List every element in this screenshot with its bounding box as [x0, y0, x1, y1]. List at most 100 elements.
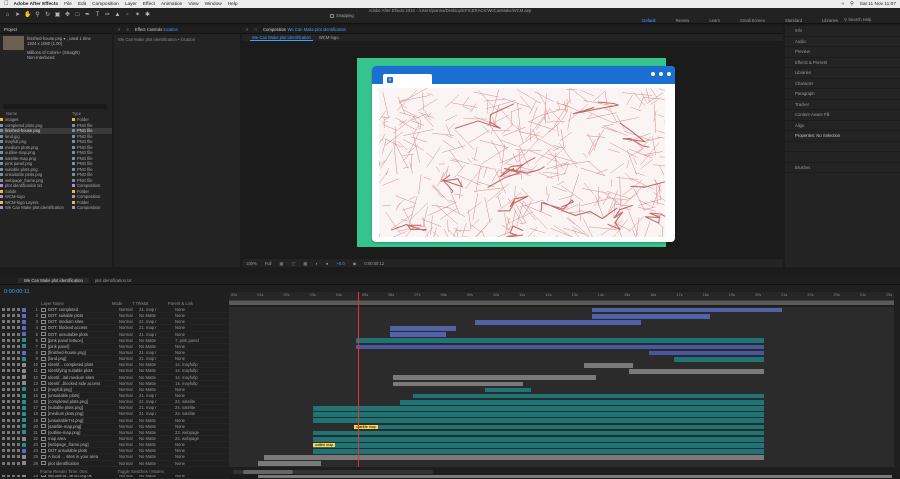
layer-mode-dropdown[interactable]: Normal: [119, 399, 139, 404]
layer-duration-bar[interactable]: [359, 424, 764, 430]
solo-icon[interactable]: [12, 461, 15, 465]
layer-parent-dropdown[interactable]: 23. webpage: [175, 436, 205, 441]
lock-icon[interactable]: [17, 437, 20, 441]
layer-mode-dropdown[interactable]: Normal: [119, 411, 139, 416]
lock-icon[interactable]: [17, 400, 20, 404]
layer-mode-dropdown[interactable]: Normal: [119, 362, 139, 367]
solo-icon[interactable]: [12, 344, 15, 348]
label-swatch[interactable]: [72, 167, 75, 171]
layer-mode-dropdown[interactable]: Normal: [119, 319, 139, 324]
lock-icon[interactable]: [17, 443, 20, 447]
eye-icon[interactable]: [2, 320, 5, 324]
lock-icon[interactable]: [17, 381, 20, 385]
audio-icon[interactable]: [7, 461, 10, 465]
label-swatch[interactable]: [0, 200, 3, 204]
solo-icon[interactable]: [12, 437, 15, 441]
layer-label-color[interactable]: [22, 319, 26, 324]
label-swatch[interactable]: [72, 118, 75, 122]
audio-icon[interactable]: [7, 418, 10, 422]
lock-icon[interactable]: [17, 461, 20, 465]
project-item[interactable]: webpage_frame.png PNG file: [0, 178, 112, 184]
lock-icon[interactable]: [17, 326, 20, 330]
layer-duration-bar[interactable]: [584, 363, 633, 368]
zoom-slider-thumb[interactable]: [243, 470, 293, 474]
layer-name[interactable]: [satelite-map.png]: [48, 424, 119, 429]
lock-icon[interactable]: [17, 357, 20, 361]
solo-icon[interactable]: [12, 308, 15, 312]
project-item[interactable]: land.jpg PNG file: [0, 134, 112, 140]
layer-duration-bar[interactable]: [356, 344, 764, 350]
layer-mode-dropdown[interactable]: Normal: [119, 454, 139, 459]
rectangle-tool-icon[interactable]: □: [74, 12, 81, 19]
layer-trkmat-dropdown[interactable]: 21. map r: [139, 393, 175, 398]
lock-icon[interactable]: [17, 430, 20, 434]
layer-label-color[interactable]: [22, 424, 26, 429]
pan-behind-tool-icon[interactable]: ✥: [64, 12, 71, 19]
eye-icon[interactable]: [2, 375, 5, 379]
snapping-checkbox[interactable]: [330, 13, 334, 18]
project-item[interactable]: plot identification txt Composition: [0, 183, 112, 189]
subtab-plot-identification[interactable]: We Can Make plot identification: [250, 35, 313, 41]
layer-mode-dropdown[interactable]: Normal: [119, 338, 139, 343]
project-item[interactable]: finished-house.png PNG file: [0, 128, 112, 134]
menu-edit[interactable]: Edit: [78, 2, 86, 7]
layer-name[interactable]: [unsuitable plots]: [48, 393, 119, 398]
eye-icon[interactable]: [2, 344, 5, 348]
audio-icon[interactable]: [7, 326, 10, 330]
solo-icon[interactable]: [12, 381, 15, 385]
audio-icon[interactable]: [7, 400, 10, 404]
layer-label-color[interactable]: [22, 393, 26, 398]
eye-icon[interactable]: [2, 363, 5, 367]
label-swatch[interactable]: [72, 184, 75, 188]
project-item[interactable]: Solids Folder: [0, 189, 112, 195]
layer-parent-dropdown[interactable]: None: [175, 418, 205, 423]
eye-icon[interactable]: [2, 381, 5, 385]
layer-name[interactable]: DOT: completed: [48, 307, 119, 312]
layer-duration-bar[interactable]: [629, 369, 764, 374]
layer-trkmat-dropdown[interactable]: 21. map r: [139, 325, 175, 330]
tab-project[interactable]: Project: [4, 27, 17, 32]
eye-icon[interactable]: [2, 387, 5, 391]
audio-icon[interactable]: [7, 369, 10, 373]
solo-icon[interactable]: [12, 387, 15, 391]
solo-icon[interactable]: [12, 412, 15, 416]
project-item[interactable]: We Can Make plot identification Compositi…: [0, 205, 112, 211]
layer-duration-bar[interactable]: [393, 381, 523, 387]
project-item[interactable]: pink panel.png PNG file: [0, 161, 112, 167]
layer-duration-bar[interactable]: [400, 399, 764, 405]
label-swatch[interactable]: [0, 167, 3, 171]
hand-tool-icon[interactable]: ✋: [24, 12, 31, 19]
layer-parent-dropdown[interactable]: 14. mayfullp: [175, 375, 205, 380]
playhead[interactable]: [358, 292, 359, 467]
workspace-small-screen[interactable]: Small Screen: [740, 18, 765, 23]
audio-icon[interactable]: [7, 424, 10, 428]
col-name[interactable]: Name: [0, 111, 72, 116]
search-help-field[interactable]: ⚲ Search Help: [844, 17, 892, 23]
eye-icon[interactable]: [2, 332, 5, 336]
layer-duration-bar[interactable]: [313, 418, 764, 424]
project-item[interactable]: satelite-map.png PNG file: [0, 156, 112, 162]
stamp-tool-icon[interactable]: ▲: [114, 12, 121, 19]
project-item[interactable]: unsuitable plots.png PNG file: [0, 172, 112, 178]
layer-label-color[interactable]: [22, 362, 26, 367]
layer-mode-dropdown[interactable]: Normal: [119, 405, 139, 410]
layer-trkmat-dropdown[interactable]: No Matte: [139, 381, 175, 386]
eye-icon[interactable]: [2, 437, 5, 441]
layer-label-color[interactable]: [22, 454, 26, 459]
layer-mode-dropdown[interactable]: Normal: [119, 424, 139, 429]
lock-icon[interactable]: [17, 455, 20, 459]
layer-name[interactable]: DOT: medium sites: [48, 319, 119, 324]
eye-icon[interactable]: [2, 418, 5, 422]
transparency-icon[interactable]: ▩: [303, 261, 307, 266]
project-item[interactable]: completed plots.png PNG file: [0, 123, 112, 129]
layer-name[interactable]: [suitable plots.png]: [48, 405, 119, 410]
layer-trkmat-dropdown[interactable]: 21. map r: [139, 350, 175, 355]
audio-icon[interactable]: [7, 443, 10, 447]
eye-icon[interactable]: [2, 314, 5, 318]
layer-parent-dropdown[interactable]: None: [175, 307, 205, 312]
audio-icon[interactable]: [7, 412, 10, 416]
layer-trkmat-dropdown[interactable]: 21. map r: [139, 411, 175, 416]
timeline-zoom-slider[interactable]: [233, 470, 433, 474]
eye-icon[interactable]: [2, 424, 5, 428]
label-swatch[interactable]: [72, 151, 75, 155]
